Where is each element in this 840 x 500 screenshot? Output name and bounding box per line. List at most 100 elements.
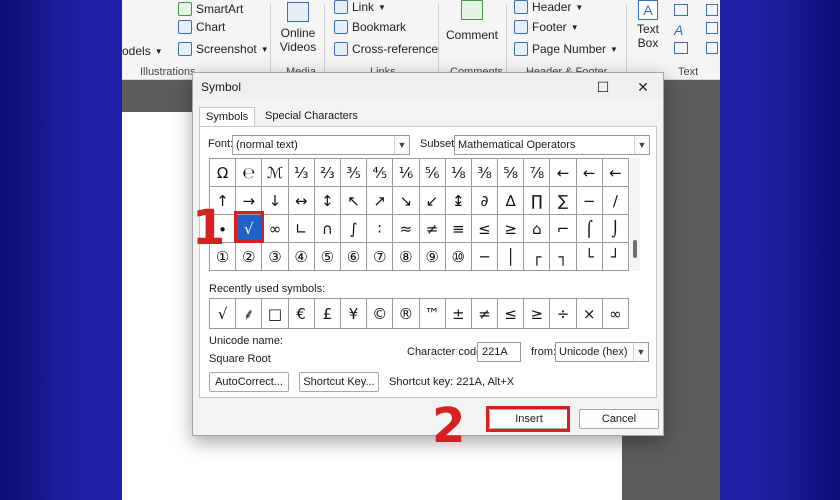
- symbol-cell[interactable]: ⅞: [524, 159, 551, 187]
- symbol-cell[interactable]: ←: [576, 159, 603, 187]
- symbol-cell[interactable]: ↨: [445, 187, 472, 215]
- symbol-cell[interactable]: ↕: [314, 187, 341, 215]
- recent-symbol-cell[interactable]: ≥: [524, 299, 551, 329]
- recent-symbol-cell[interactable]: ±: [445, 299, 472, 329]
- recent-symbol-cell[interactable]: ™: [419, 299, 446, 329]
- header-button[interactable]: Header ▼: [514, 0, 583, 14]
- symbol-cell[interactable]: ∩: [314, 215, 341, 243]
- symbol-cell[interactable]: └: [576, 243, 603, 271]
- symbol-cell[interactable]: ↖: [340, 187, 368, 215]
- footer-button[interactable]: Footer ▼: [514, 20, 579, 34]
- quick-parts-icon[interactable]: [674, 4, 688, 16]
- symbol-cell[interactable]: ⌐: [550, 215, 577, 243]
- signature-icon[interactable]: [706, 4, 718, 16]
- symbol-cell[interactable]: ⑦: [367, 243, 394, 271]
- symbol-cell[interactable]: ⅔: [314, 159, 341, 187]
- scrollbar-thumb[interactable]: [633, 240, 637, 258]
- object-icon[interactable]: [706, 42, 718, 54]
- online-videos-button[interactable]: Online Videos: [278, 2, 318, 54]
- cross-reference-button[interactable]: Cross-reference: [334, 42, 438, 56]
- symbol-cell[interactable]: ≡: [445, 215, 472, 243]
- recent-symbol-cell[interactable]: ®: [393, 299, 420, 329]
- symbol-cell[interactable]: ┌: [524, 243, 551, 271]
- font-select[interactable]: (normal text) ▼: [232, 135, 410, 155]
- symbol-cell[interactable]: ⑥: [340, 243, 368, 271]
- symbol-cell[interactable]: ⑤: [314, 243, 341, 271]
- symbol-cell[interactable]: ∕: [602, 187, 629, 215]
- recent-symbol-cell[interactable]: ©: [367, 299, 394, 329]
- from-select[interactable]: Unicode (hex) ▼: [555, 342, 649, 362]
- 3d-models-button[interactable]: odels ▼: [122, 44, 163, 58]
- maximize-icon[interactable]: ☐: [593, 77, 613, 97]
- tab-symbols[interactable]: Symbols: [199, 107, 256, 127]
- bookmark-button[interactable]: Bookmark: [334, 20, 406, 34]
- datetime-icon[interactable]: [706, 22, 718, 34]
- symbol-cell[interactable]: ┐: [550, 243, 577, 271]
- recent-symbol-cell[interactable]: √: [210, 299, 237, 329]
- recent-symbol-cell[interactable]: £: [314, 299, 341, 329]
- screenshot-button[interactable]: Screenshot ▼: [178, 42, 269, 56]
- symbol-cell[interactable]: ∶: [367, 215, 394, 243]
- symbol-cell[interactable]: │: [498, 243, 525, 271]
- symbol-cell[interactable]: ≥: [498, 215, 525, 243]
- symbol-cell[interactable]: ⅝: [498, 159, 525, 187]
- symbol-cell[interactable]: ≤: [471, 215, 499, 243]
- comment-button[interactable]: Comment: [444, 0, 500, 42]
- recent-symbol-cell[interactable]: €: [288, 299, 315, 329]
- symbol-cell[interactable]: ┘: [602, 243, 629, 271]
- link-button[interactable]: Link ▼: [334, 0, 386, 14]
- recent-symbol-cell[interactable]: ≠: [471, 299, 499, 329]
- chart-button[interactable]: Chart: [178, 20, 225, 34]
- close-icon[interactable]: ✕: [633, 77, 653, 97]
- recent-symbol-cell[interactable]: ÷: [550, 299, 577, 329]
- symbol-cell[interactable]: ←: [602, 159, 629, 187]
- symbol-cell[interactable]: ∂: [471, 187, 499, 215]
- symbol-cell[interactable]: ∏: [524, 187, 551, 215]
- symbol-cell[interactable]: ∞: [262, 215, 289, 243]
- symbol-grid-scrollbar[interactable]: [630, 158, 640, 271]
- page-number-button[interactable]: Page Number ▼: [514, 42, 618, 56]
- symbol-cell[interactable]: ⌡: [602, 215, 629, 243]
- symbol-cell[interactable]: ⅗: [340, 159, 368, 187]
- autocorrect-button[interactable]: AutoCorrect...: [209, 372, 289, 392]
- recent-symbol-cell[interactable]: ×: [576, 299, 603, 329]
- symbol-cell[interactable]: ⅚: [419, 159, 446, 187]
- symbol-cell[interactable]: ─: [471, 243, 499, 271]
- recent-symbol-cell[interactable]: ⸙: [236, 299, 263, 329]
- recent-symbol-cell[interactable]: ¥: [340, 299, 368, 329]
- smartart-button[interactable]: SmartArt: [178, 2, 243, 16]
- recent-symbol-cell[interactable]: ∞: [602, 299, 629, 329]
- symbol-cell[interactable]: ℮: [236, 159, 263, 187]
- symbol-cell[interactable]: ⅜: [471, 159, 499, 187]
- subset-select[interactable]: Mathematical Operators ▼: [454, 135, 650, 155]
- symbol-cell[interactable]: ↗: [367, 187, 394, 215]
- symbol-cell[interactable]: ∟: [288, 215, 315, 243]
- symbol-cell[interactable]: ⅙: [393, 159, 420, 187]
- recent-symbol-cell[interactable]: ≤: [498, 299, 525, 329]
- symbol-cell[interactable]: ↘: [393, 187, 420, 215]
- tab-special-characters[interactable]: Special Characters: [259, 107, 364, 127]
- symbol-cell[interactable]: ⅛: [445, 159, 472, 187]
- text-box-button[interactable]: A Text Box: [630, 0, 666, 50]
- symbol-cell[interactable]: ⑨: [419, 243, 446, 271]
- symbol-cell[interactable]: ⑧: [393, 243, 420, 271]
- symbol-cell[interactable]: ④: [288, 243, 315, 271]
- symbol-cell[interactable]: ⅘: [367, 159, 394, 187]
- symbol-cell[interactable]: −: [576, 187, 603, 215]
- shortcut-key-button[interactable]: Shortcut Key...: [299, 372, 379, 392]
- symbol-cell[interactable]: ↓: [262, 187, 289, 215]
- symbol-cell[interactable]: ←: [550, 159, 577, 187]
- symbol-cell[interactable]: Ω: [210, 159, 237, 187]
- recent-symbol-cell[interactable]: □: [262, 299, 289, 329]
- cancel-button[interactable]: Cancel: [579, 409, 659, 429]
- symbol-cell[interactable]: ⅓: [288, 159, 315, 187]
- symbol-cell[interactable]: ≈: [393, 215, 420, 243]
- dialog-titlebar[interactable]: Symbol ☐ ✕: [193, 73, 663, 101]
- symbol-cell[interactable]: ∑: [550, 187, 577, 215]
- symbol-cell[interactable]: ∫: [340, 215, 368, 243]
- symbol-cell[interactable]: ⑩: [445, 243, 472, 271]
- wordart-icon[interactable]: A: [674, 22, 683, 38]
- symbol-cell[interactable]: ③: [262, 243, 289, 271]
- symbol-cell[interactable]: ⌠: [576, 215, 603, 243]
- symbol-cell[interactable]: ∆: [498, 187, 525, 215]
